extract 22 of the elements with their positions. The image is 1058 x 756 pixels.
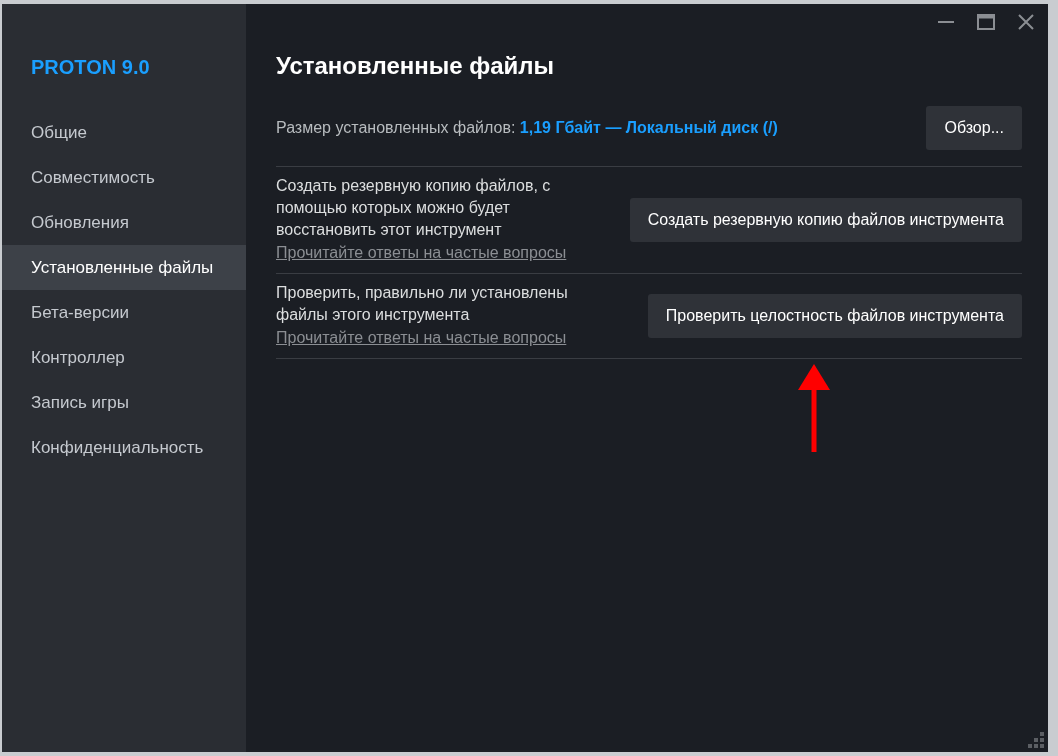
action-button[interactable]: Проверить целостность файлов инструмента xyxy=(647,294,1022,338)
sidebar-item[interactable]: Совместимость xyxy=(2,155,246,200)
action-button[interactable]: Создать резервную копию файлов инструмента xyxy=(629,198,1022,242)
faq-link[interactable]: Прочитайте ответы на частые вопросы xyxy=(276,329,567,346)
page-title: Установленные файлы xyxy=(276,51,556,81)
description-text: Создать резервную копию файлов, с помощью которых можно будет восстановить этот инструмент xyxy=(276,176,552,240)
arrow-icon xyxy=(796,362,832,454)
browse-button[interactable]: Обзор... xyxy=(926,106,1022,150)
sidebar-title: PROTON 9.0 xyxy=(30,55,151,80)
sidebar-item[interactable]: Контроллер xyxy=(2,335,246,380)
close-icon[interactable] xyxy=(1016,12,1036,32)
sidebar-item[interactable]: Бета-версии xyxy=(2,290,246,335)
faq-link[interactable]: Прочитайте ответы на частые вопросы xyxy=(276,244,567,261)
size-text: Размер установленных файлов: 1,19 Гбайт — Локальный диск (/) xyxy=(276,118,778,138)
resize-grip-icon[interactable] xyxy=(1028,732,1044,748)
sidebar-item[interactable]: Установленные файлы xyxy=(2,245,246,290)
maximize-icon[interactable] xyxy=(976,12,996,32)
description-text: Проверить, правильно ли установлены файлы этого инструмента xyxy=(276,283,569,325)
sidebar-item[interactable]: Конфиденциальность xyxy=(2,425,246,470)
sidebar-item[interactable]: Обновления xyxy=(2,200,246,245)
sidebar-item[interactable]: Запись игры xyxy=(2,380,246,425)
sidebar-item[interactable]: Общие xyxy=(2,110,246,155)
